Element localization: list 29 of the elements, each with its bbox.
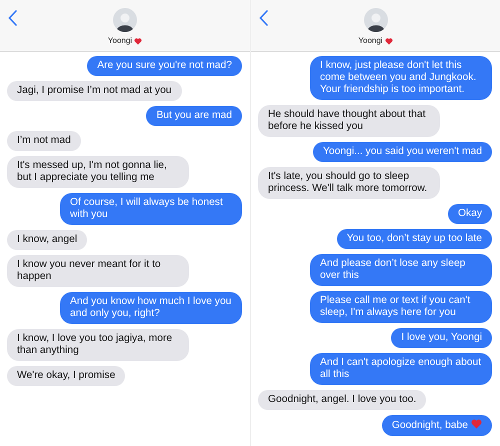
received-message: I know, angel xyxy=(7,230,88,250)
received-message: Jagi, I promise I’m not mad at you xyxy=(7,81,182,101)
sent-message: Please call me or text if you can't sleep, I'm always here for you xyxy=(310,291,492,323)
received-message: It's messed up, I'm not gonna lie, but I appreciate you telling me xyxy=(7,156,189,188)
received-message: I know you never meant for it to happen xyxy=(7,255,189,287)
received-message: It's late, you should go to sleep princess. We'll talk more tomorrow. xyxy=(258,167,440,199)
avatar-icon xyxy=(113,8,137,32)
sent-message: And you know how much I love you and only you, right? xyxy=(60,292,242,324)
sent-message: Okay xyxy=(448,204,492,224)
received-message: Goodnight, angel. I love you too. xyxy=(258,390,426,410)
contact-name: Yoongi xyxy=(108,35,132,47)
sent-message: Yoongi... you said you weren't mad xyxy=(313,142,492,162)
avatar-icon xyxy=(364,8,388,32)
sent-message: And please don’t lose any sleep over this xyxy=(310,254,492,286)
sent-message: I love you, Yoongi xyxy=(391,328,492,348)
sent-message: Goodnight, babe xyxy=(382,415,492,436)
sent-message: You too, don’t stay up too late xyxy=(336,229,492,249)
sent-message: But you are mad xyxy=(146,106,242,126)
sent-message: Of course, I will always be honest with you xyxy=(60,193,242,225)
back-icon[interactable] xyxy=(259,10,268,26)
sent-message: I know, just please don't let this come between you and Jungkook. Your friendship is too important. xyxy=(310,56,492,100)
contact-name: Yoongi xyxy=(358,35,383,47)
back-icon[interactable] xyxy=(8,10,17,26)
received-message: I’m not mad xyxy=(7,131,81,151)
received-message: He should have thought about that before he kissed you xyxy=(258,105,440,137)
sent-message: And I can't apologize enough about all this xyxy=(310,353,492,385)
received-message: We're okay, I promise xyxy=(7,366,126,386)
received-message: I know, I love you too jagiya, more than anything xyxy=(7,329,189,361)
sent-message: Are you sure you're not mad? xyxy=(87,56,242,76)
